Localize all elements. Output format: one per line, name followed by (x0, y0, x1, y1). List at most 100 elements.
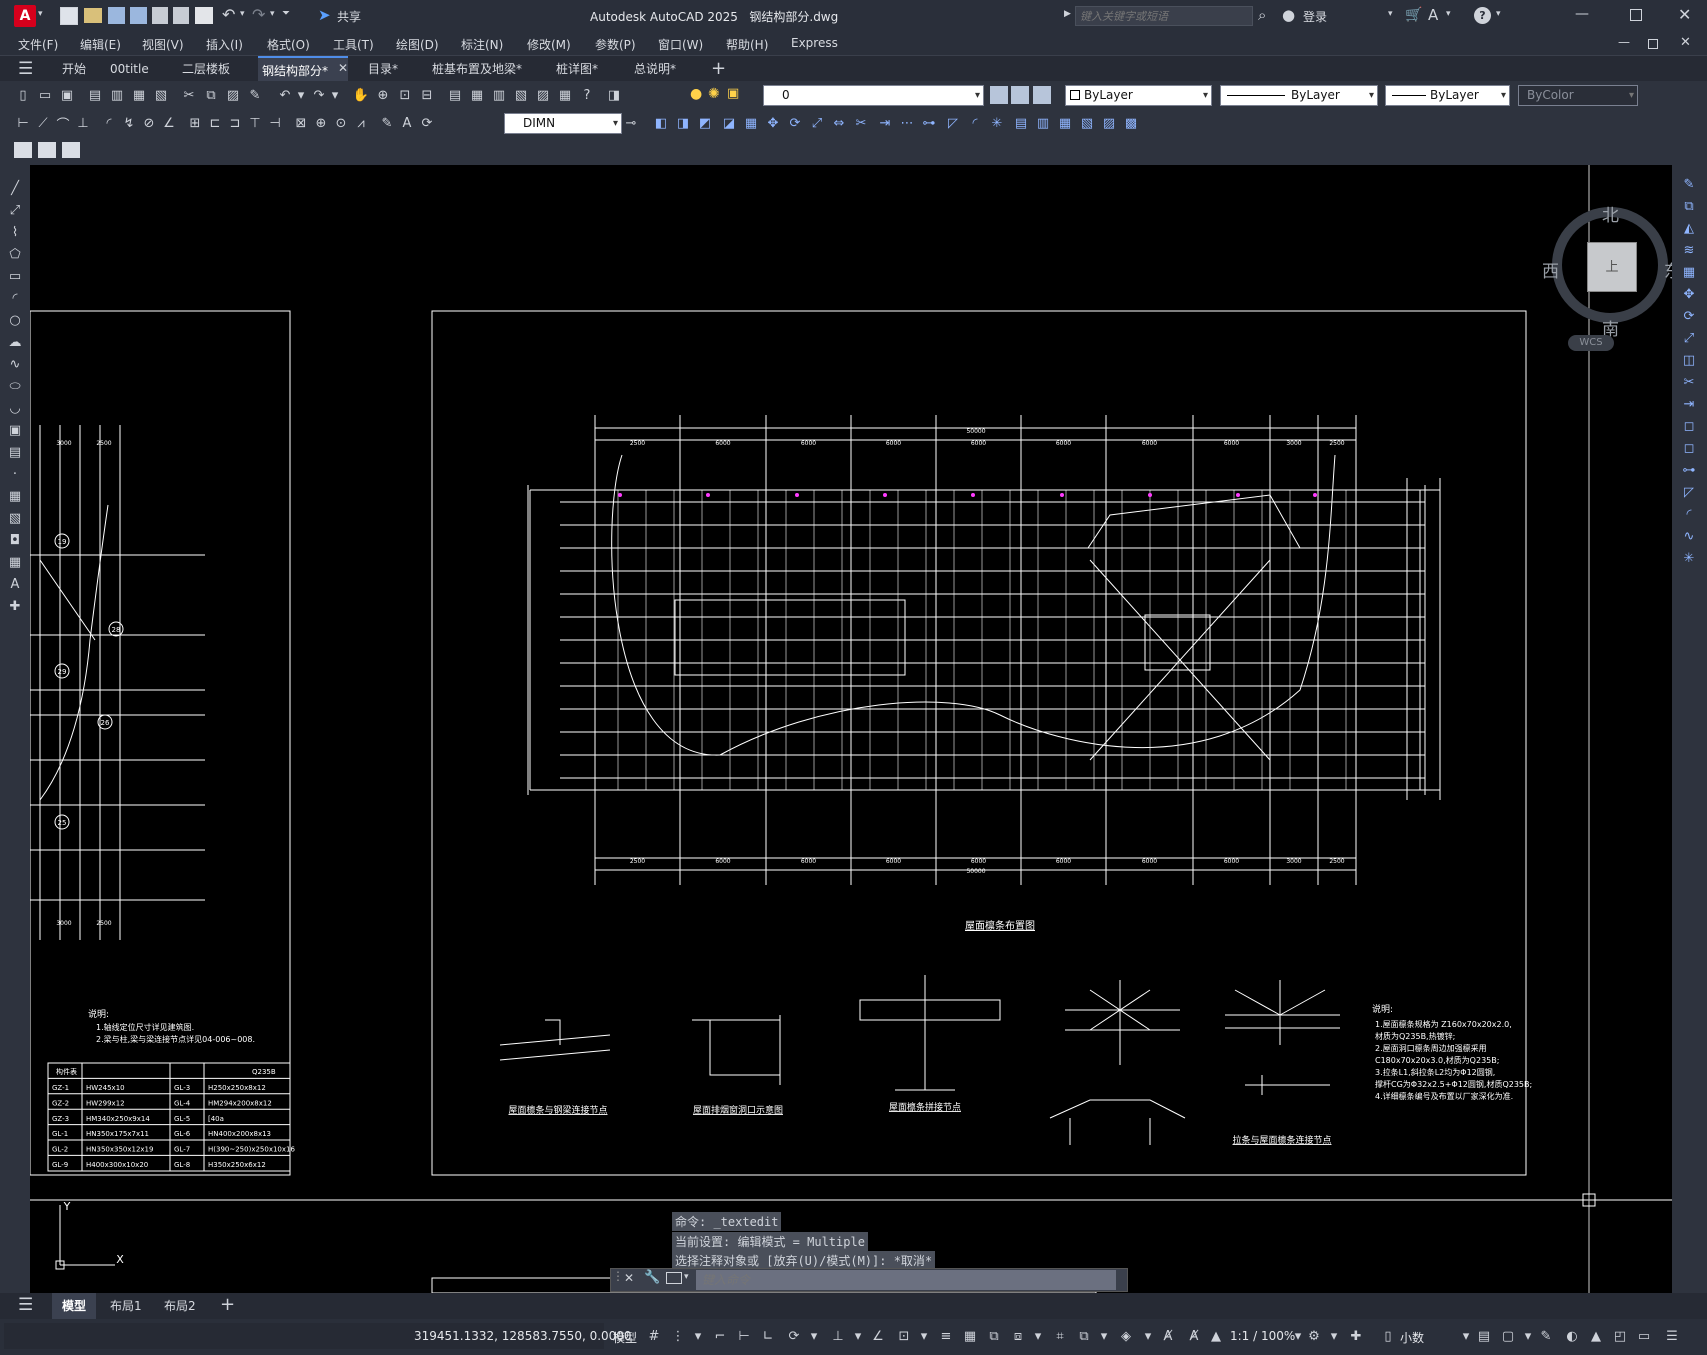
command-recent-dropdown-icon[interactable]: ▾ (684, 1272, 689, 1282)
object-snap-tracking-icon[interactable]: ∠ (870, 1329, 886, 1345)
undo-icon[interactable]: ↶ (276, 86, 294, 104)
osnap-dropdown-icon[interactable]: ▾ (916, 1329, 932, 1345)
tab-start[interactable]: 开始 (58, 56, 90, 82)
command-close-icon[interactable]: ✕ (624, 1271, 634, 1285)
blend-curves-icon[interactable]: ∿ (1680, 527, 1698, 545)
fillet-icon[interactable]: ◜ (1680, 505, 1698, 523)
move-icon[interactable]: ✥ (1680, 285, 1698, 303)
array-icon[interactable]: ▦ (1680, 263, 1698, 281)
continue-dim-icon[interactable]: ⊐ (226, 114, 244, 132)
web-open-icon[interactable] (152, 7, 168, 24)
dim-edit-icon[interactable]: ✎ (378, 114, 396, 132)
make-current-layer-icon[interactable] (1011, 86, 1029, 104)
viewcube-north[interactable]: 北 (1602, 201, 1619, 226)
arc-icon[interactable]: ◜ (6, 289, 24, 307)
model-space-button[interactable]: 模型 (613, 1329, 637, 1346)
gradient-icon[interactable]: ▧ (6, 509, 24, 527)
maximize-icon[interactable] (1630, 9, 1642, 21)
linear-dim-icon[interactable]: ⊢ (14, 114, 32, 132)
dim-style-icon[interactable]: ⊸ (622, 114, 640, 132)
workspace-dropdown-icon[interactable]: ▾ (1326, 1329, 1342, 1345)
menu-file[interactable]: 文件(F) (18, 36, 58, 53)
mtext-icon[interactable]: A (6, 575, 24, 593)
tab-pile-detail[interactable]: 桩详图* (552, 56, 602, 82)
edit-attribute-icon[interactable] (38, 142, 56, 158)
redo-dropdown-icon[interactable]: ▾ (270, 9, 275, 19)
chamfer-icon[interactable]: ◸ (1680, 483, 1698, 501)
command-recent-icon[interactable] (666, 1272, 682, 1284)
annotation-visibility-icon[interactable]: Ⱥ (1160, 1329, 1176, 1345)
hatch-back-icon[interactable]: ▨ (1100, 114, 1118, 132)
autodesk-account-icon[interactable]: A (1428, 6, 1438, 24)
design-center-icon[interactable]: ▦ (468, 86, 486, 104)
menu-edit[interactable]: 编辑(E) (80, 36, 121, 53)
array-icon[interactable]: ▦ (742, 114, 760, 132)
undo-list-icon[interactable]: ▾ (296, 86, 306, 104)
arc-length-icon[interactable]: ⌒ (54, 114, 72, 133)
snap-icon[interactable]: ⋮ (670, 1329, 686, 1345)
tab-layout2[interactable]: 布局2 (164, 1297, 196, 1314)
lineweight-icon[interactable]: ≡ (938, 1329, 954, 1345)
make-block-icon[interactable]: ▤ (6, 443, 24, 461)
publish-pdf-icon[interactable]: ▧ (152, 86, 170, 104)
spline-icon[interactable]: ∿ (6, 355, 24, 373)
jogged-dim-icon[interactable]: ↯ (120, 114, 138, 132)
chamfer-icon[interactable]: ◸ (944, 114, 962, 132)
infer-constraints-icon[interactable]: ⌐ (712, 1329, 728, 1345)
line-icon[interactable]: ╱ (6, 179, 24, 197)
tab-general-notes[interactable]: 总说明* (630, 56, 680, 82)
menu-parametric[interactable]: 参数(P) (595, 36, 636, 53)
join-icon[interactable]: ⊶ (920, 114, 938, 132)
save-icon[interactable] (108, 7, 125, 24)
copy-icon[interactable]: ⧉ (202, 86, 220, 104)
tab-close-icon[interactable]: ✕ (338, 61, 348, 75)
viewcube-west[interactable]: 西 (1542, 257, 1559, 282)
aligned-dim-icon[interactable]: ⟋ (34, 114, 52, 132)
edit-text-icon[interactable] (14, 142, 32, 158)
insert-block-icon[interactable]: ▣ (6, 421, 24, 439)
help-icon[interactable]: ? (578, 86, 596, 104)
trim-icon[interactable]: ✂ (852, 114, 870, 132)
save-icon[interactable]: ▣ (58, 86, 76, 104)
text-front-icon[interactable]: ▧ (1078, 114, 1096, 132)
plot-preview-icon[interactable]: ▥ (108, 86, 126, 104)
new-icon[interactable]: ▯ (14, 86, 32, 104)
minimize-icon[interactable]: — (1575, 6, 1589, 22)
cut-icon[interactable]: ✂ (180, 86, 198, 104)
copy-icon[interactable]: ⧉ (1680, 197, 1698, 215)
layer-previous-icon[interactable] (1033, 86, 1051, 104)
selection-filter-dropdown-icon[interactable]: ▾ (1096, 1329, 1112, 1345)
redo-icon[interactable]: ↷ (310, 86, 328, 104)
erase-icon[interactable]: ◧ (652, 114, 670, 132)
edit-mtext-icon[interactable] (62, 142, 80, 158)
lock-ui-dropdown-icon[interactable]: ▾ (1520, 1329, 1536, 1345)
open-icon[interactable]: ▭ (36, 86, 54, 104)
dynamic-ucs-icon[interactable]: ⌗ (1052, 1329, 1068, 1345)
gizmo-dropdown-icon[interactable]: ▾ (1140, 1329, 1156, 1345)
customization-icon[interactable]: ☰ (1664, 1329, 1680, 1345)
undo-icon[interactable]: ↶ (222, 5, 235, 24)
save-as-icon[interactable] (130, 7, 147, 24)
hamburger-menu-icon[interactable]: ☰ (18, 59, 33, 79)
layout-menu-icon[interactable]: ☰ (18, 1295, 33, 1315)
move-icon[interactable]: ✥ (764, 114, 782, 132)
hatch-icon[interactable]: ▦ (6, 487, 24, 505)
bring-front-icon[interactable]: ▥ (1034, 114, 1052, 132)
paste-icon[interactable]: ▨ (224, 86, 242, 104)
isometric-icon[interactable]: ⊥ (830, 1329, 846, 1345)
extend-icon[interactable]: ⇥ (876, 114, 894, 132)
annotation-scale-icon[interactable]: ▲ (1208, 1329, 1224, 1345)
login-button[interactable]: 登录 (1303, 8, 1327, 25)
menu-express[interactable]: Express (791, 36, 838, 50)
sheet-set-icon[interactable]: ▧ (512, 86, 530, 104)
stretch-icon[interactable]: ◫ (1680, 351, 1698, 369)
3d-osnap-dropdown-icon[interactable]: ▾ (1030, 1329, 1046, 1345)
center-mark-icon[interactable]: ⊕ (312, 114, 330, 132)
command-customize-icon[interactable]: 🔧 (644, 1270, 660, 1285)
search-input[interactable] (1075, 6, 1253, 26)
copy-obj-icon[interactable]: ◨ (674, 114, 692, 132)
radius-dim-icon[interactable]: ◜ (100, 114, 118, 132)
polar-dropdown-icon[interactable]: ▾ (806, 1329, 822, 1345)
search-expand-icon[interactable]: ▶ (1064, 9, 1071, 19)
linetype-dropdown[interactable]: ByLayer ▾ (1220, 85, 1378, 106)
